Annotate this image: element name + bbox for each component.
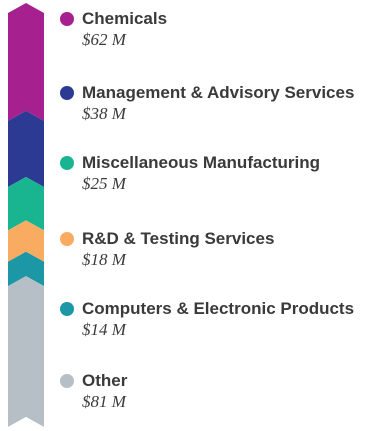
legend-dot bbox=[60, 86, 74, 100]
legend-value: $62 M bbox=[82, 30, 126, 49]
stacked-bar-chart: Chemicals $62 M Management & Advisory Serv… bbox=[0, 0, 383, 431]
legend-dot bbox=[60, 12, 74, 26]
bar-segment-2 bbox=[8, 110, 44, 187]
legend-label: R&D & Testing Services bbox=[82, 229, 275, 248]
legend-value: $81 M bbox=[82, 392, 126, 411]
bar-segment-1 bbox=[8, 3, 44, 121]
legend-value: $18 M bbox=[82, 250, 126, 269]
legend-label: Miscellaneous Manufacturing bbox=[82, 153, 321, 172]
legend-label: Other bbox=[82, 371, 128, 390]
legend-value: $38 M bbox=[82, 104, 126, 123]
legend-label: Chemicals bbox=[82, 9, 168, 28]
legend-label: Computers & Electronic Products bbox=[82, 299, 355, 318]
legend-dot bbox=[60, 374, 74, 388]
stacked-bar bbox=[8, 3, 44, 431]
legend-dot bbox=[60, 302, 74, 316]
legend-dot bbox=[60, 156, 74, 170]
legend-dot bbox=[60, 232, 74, 246]
bar-segment-6 bbox=[8, 276, 44, 427]
legend-value: $25 M bbox=[82, 174, 126, 193]
legend-value: $14 M bbox=[82, 320, 126, 339]
legend-label: Management & Advisory Services bbox=[82, 83, 355, 102]
